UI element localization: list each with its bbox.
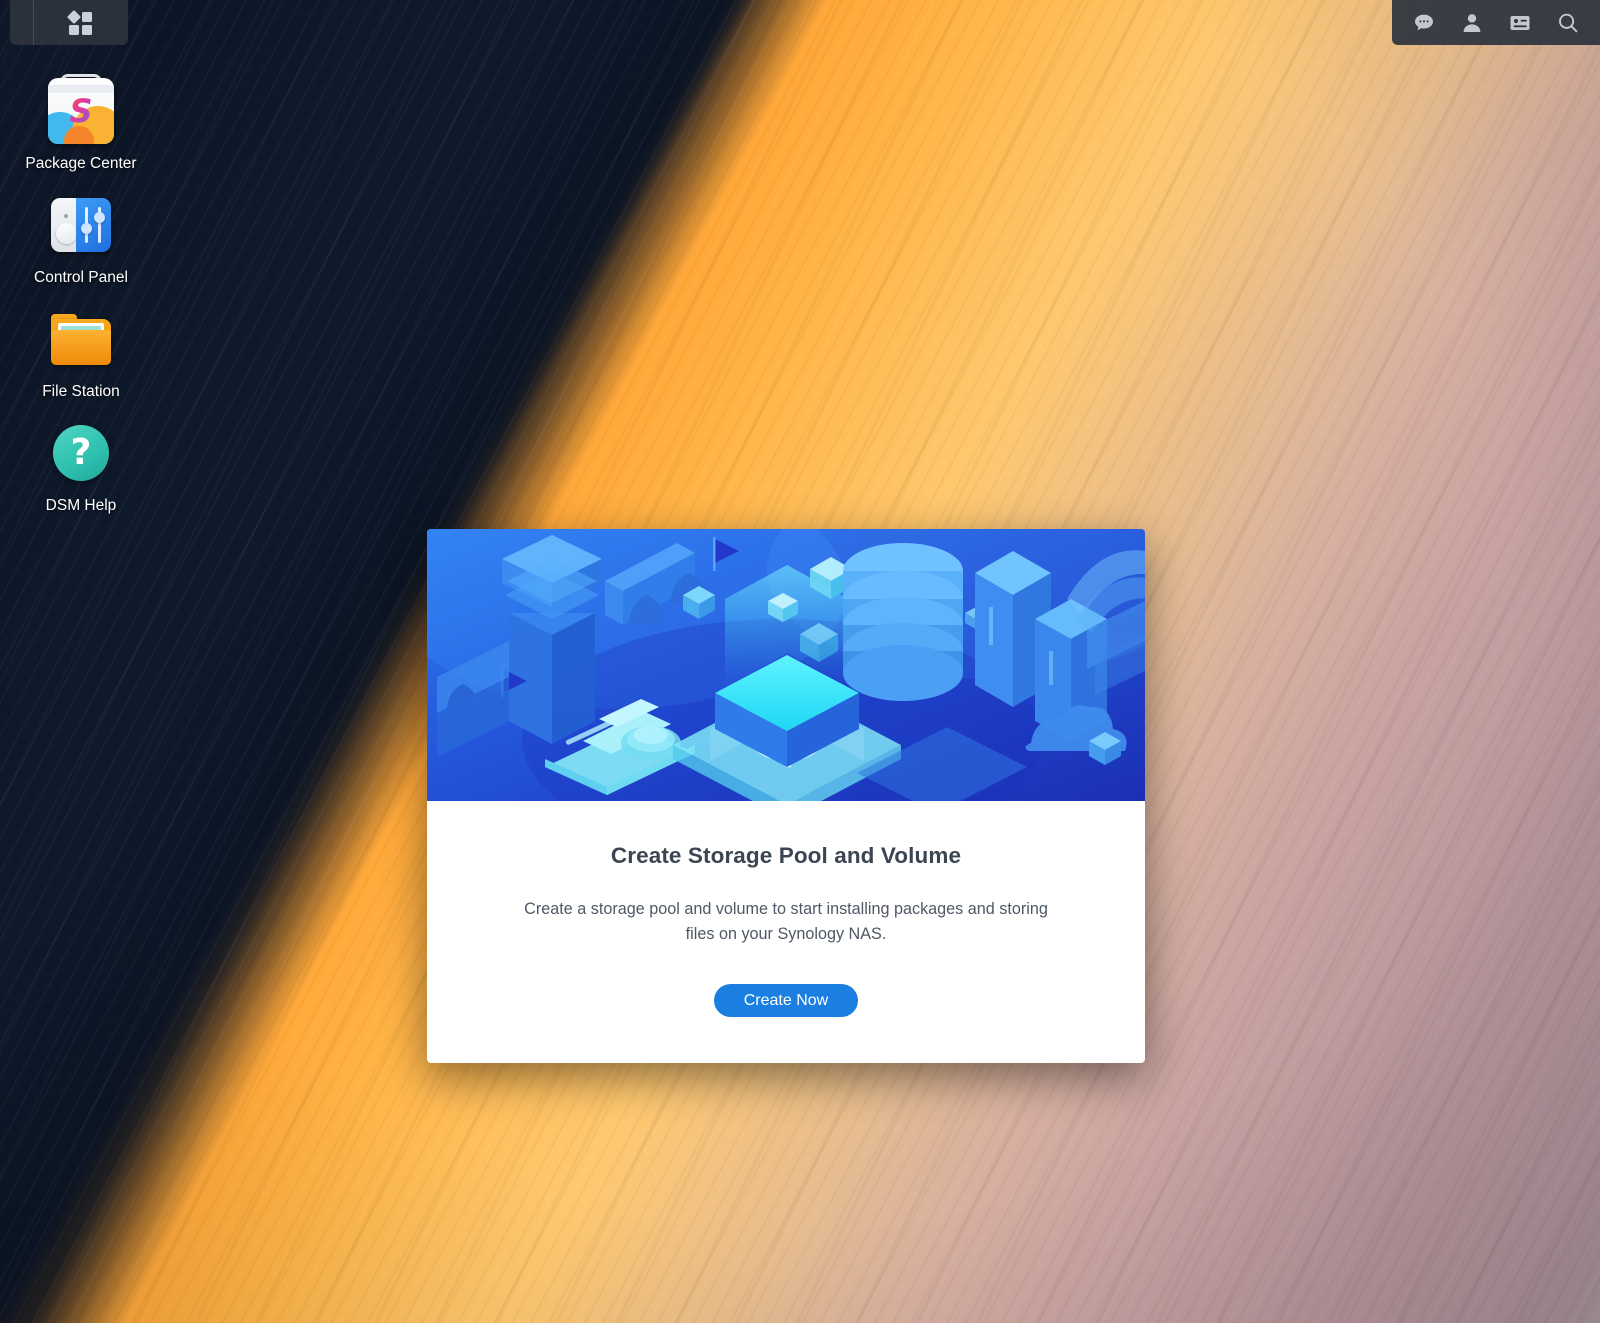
taskbar-left-panel	[10, 0, 128, 45]
desktop-icon-list: S Package Center Control Panel File Stat…	[0, 70, 162, 526]
help-question-icon: ?	[48, 420, 114, 486]
dialog-title: Create Storage Pool and Volume	[610, 843, 962, 868]
control-panel-icon	[48, 192, 114, 258]
widgets-icon[interactable]	[1502, 5, 1538, 41]
isometric-storage-city-illustration	[427, 529, 1145, 801]
package-center-icon: S	[48, 74, 114, 144]
dialog-description: Create a storage pool and volume to star…	[524, 900, 1048, 943]
main-menu-button[interactable]	[34, 0, 128, 45]
desktop-icon-package-center[interactable]: S Package Center	[0, 70, 162, 184]
desktop-icon-label: DSM Help	[45, 497, 117, 514]
search-icon[interactable]	[1550, 5, 1586, 41]
apps-grid-icon	[66, 9, 93, 35]
desktop-icon-file-station[interactable]: File Station	[0, 298, 162, 412]
create-now-button[interactable]: Create Now	[713, 984, 859, 1017]
file-station-icon	[48, 306, 114, 372]
desktop-icon-label: Control Panel	[34, 269, 128, 286]
user-account-icon[interactable]	[1454, 5, 1490, 41]
desktop-icon-label: Package Center	[25, 155, 137, 172]
taskbar	[0, 0, 1600, 45]
taskbar-tray	[1392, 0, 1600, 45]
notifications-icon[interactable]	[1406, 5, 1442, 41]
dialog-body: Create Storage Pool and Volume Create a …	[427, 801, 1145, 1017]
desktop-icon-control-panel[interactable]: Control Panel	[0, 184, 162, 298]
create-storage-pool-dialog: Create Storage Pool and Volume Create a …	[427, 529, 1145, 1063]
desktop-icon-label: File Station	[42, 383, 120, 400]
desktop-icon-dsm-help[interactable]: ? DSM Help	[0, 412, 162, 526]
